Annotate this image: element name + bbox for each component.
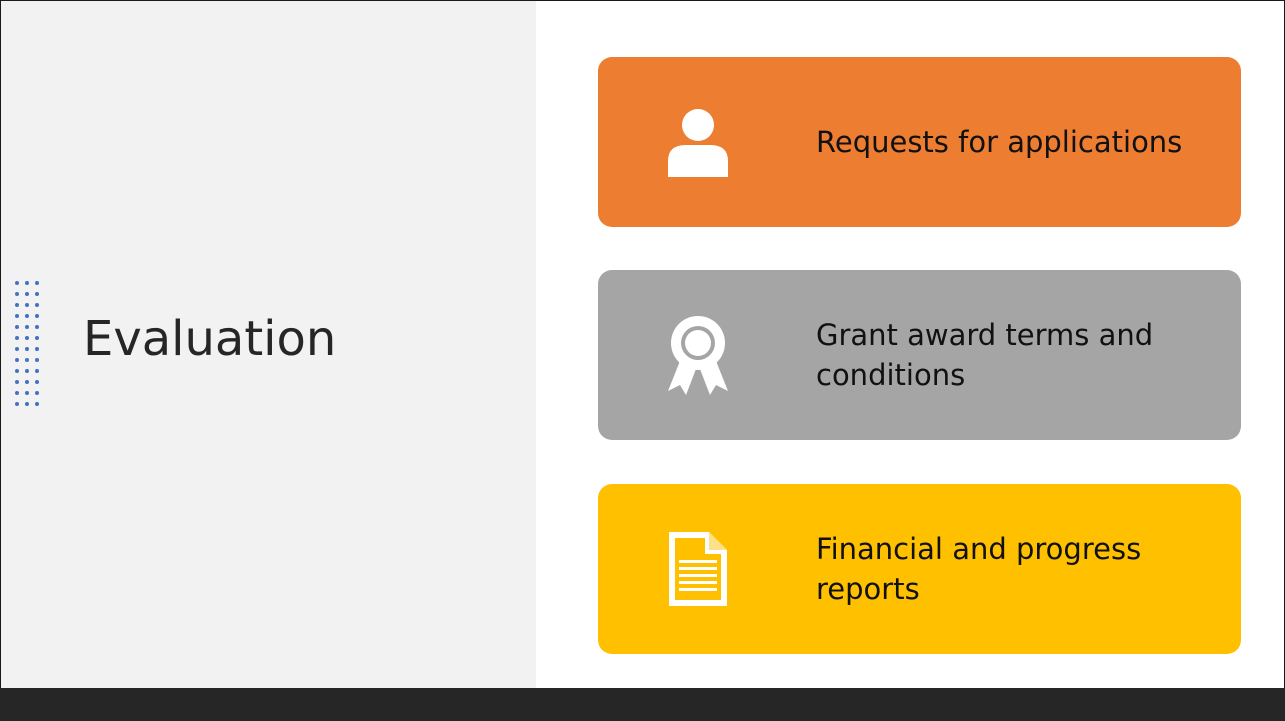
document-icon (658, 529, 738, 609)
card-financial-and-progress-reports: Financial and progress reports (598, 484, 1241, 654)
title-panel: Evaluation (1, 1, 536, 689)
person-icon (658, 102, 738, 182)
card-grant-award-terms: Grant award terms and conditions (598, 270, 1241, 440)
slide: Evaluation Requests for applications Gra… (0, 0, 1285, 689)
card-requests-for-applications: Requests for applications (598, 57, 1241, 227)
award-ribbon-icon (658, 315, 738, 395)
card-label: Financial and progress reports (816, 532, 1142, 606)
slide-title: Evaluation (83, 311, 337, 367)
footer-bar (0, 688, 1285, 721)
card-label: Grant award terms and conditions (816, 318, 1154, 392)
dot-grid-decoration (15, 281, 39, 406)
card-label: Requests for applications (816, 125, 1183, 159)
